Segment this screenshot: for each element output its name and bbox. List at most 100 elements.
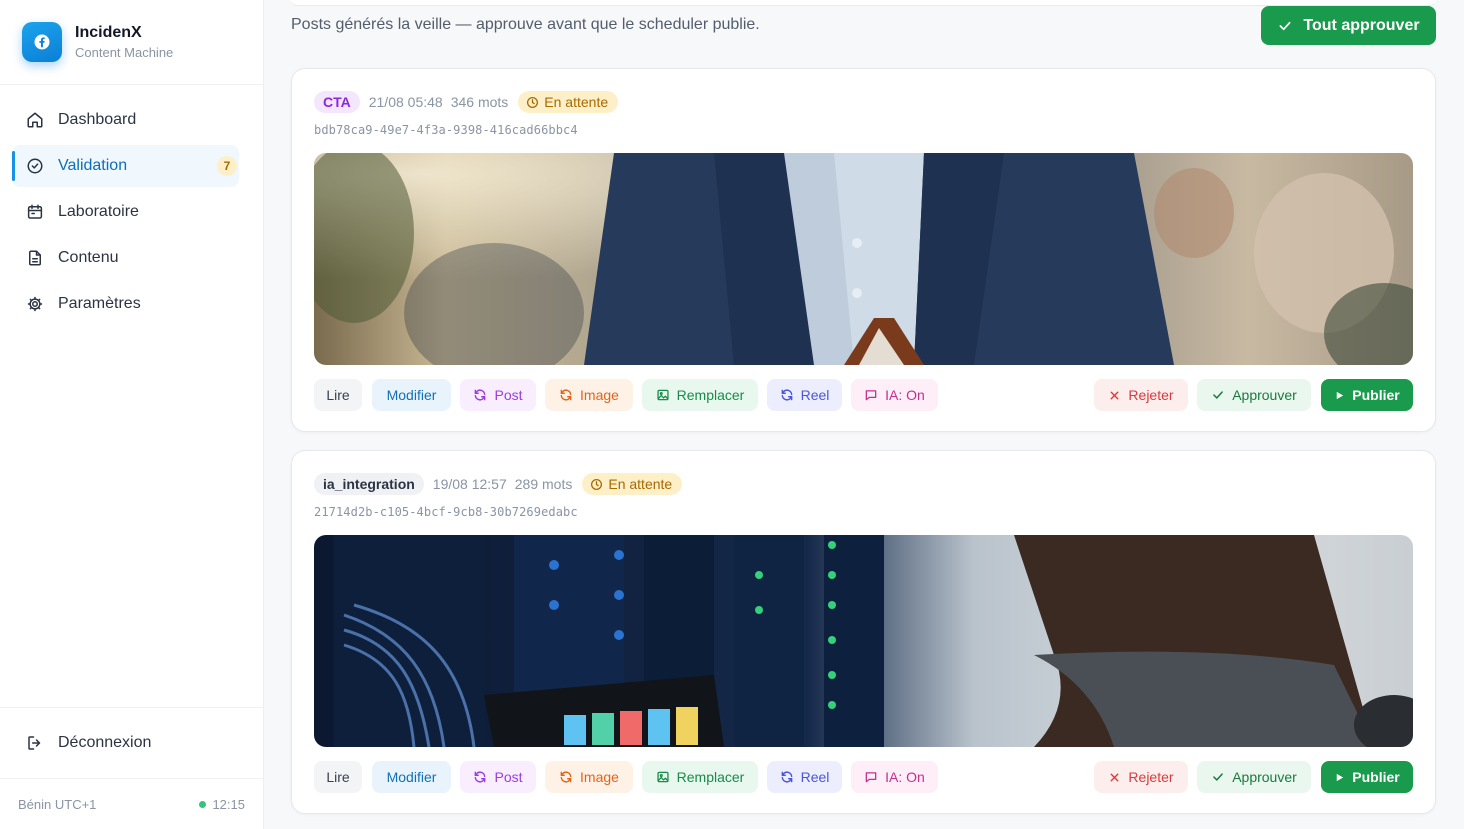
post-label: Post — [494, 387, 523, 403]
logout-icon — [26, 734, 44, 752]
post-word-count: 346 mots — [450, 94, 509, 110]
regenerate-image-button[interactable]: Image — [545, 761, 633, 793]
sidebar-item-label: Laboratoire — [58, 203, 139, 220]
message-icon — [865, 390, 877, 401]
approve-button[interactable]: Approuver — [1197, 761, 1311, 793]
edit-label: Modifier — [386, 387, 437, 403]
approve-button[interactable]: Approuver — [1197, 379, 1311, 411]
sidebar-nav: Dashboard Validation 7 Laboratoire Conte… — [0, 85, 263, 325]
post-card: CTA 21/08 05:48 346 mots En attente bdb7… — [291, 68, 1436, 432]
read-button[interactable]: Lire — [314, 761, 362, 793]
sidebar-item-label: Contenu — [58, 249, 119, 266]
publish-button[interactable]: Publier — [1321, 761, 1413, 793]
ai-label: IA: On — [885, 769, 925, 785]
regenerate-post-button[interactable]: Post — [460, 761, 536, 793]
post-date: 19/08 12:57 — [432, 476, 507, 492]
check-icon — [1279, 21, 1291, 30]
post-id: bdb78ca9-49e7-4f3a-9398-416cad66bbc4 — [314, 123, 578, 137]
refresh-icon — [781, 771, 792, 783]
timezone-label: Bénin UTC+1 — [18, 796, 97, 812]
approve-all-label: Tout approuver — [1303, 16, 1420, 34]
logout-button[interactable]: Déconnexion — [0, 707, 263, 778]
validation-count-badge: 7 — [217, 156, 237, 176]
read-label: Lire — [326, 769, 350, 785]
clock-icon — [527, 96, 539, 108]
post-card: ia_integration 19/08 12:57 289 mots En a… — [291, 450, 1436, 814]
brand-subtitle: Content Machine — [75, 45, 174, 60]
status-label: En attente — [544, 94, 609, 110]
status-badge: En attente — [582, 473, 683, 495]
reject-button[interactable]: Rejeter — [1094, 761, 1188, 793]
post-actions: Lire Modifier Post Image Remplacer Reel … — [314, 761, 1414, 793]
check-icon — [1213, 391, 1224, 399]
post-meta: CTA 21/08 05:48 346 mots En attente — [314, 91, 619, 113]
header-edge — [291, 0, 1436, 6]
facebook-icon — [22, 22, 62, 62]
replace-image-button[interactable]: Remplacer — [642, 761, 758, 793]
post-category-tag: ia_integration — [314, 473, 424, 495]
close-icon — [1110, 773, 1119, 781]
sidebar-item-label: Paramètres — [58, 295, 141, 312]
file-icon — [26, 249, 44, 267]
status-badge: En attente — [518, 91, 619, 113]
post-id: 21714d2b-c105-4bcf-9cb8-30b7269edabc — [314, 505, 578, 519]
read-label: Lire — [326, 387, 350, 403]
post-image — [314, 535, 1413, 747]
online-status-dot — [199, 800, 207, 808]
ai-toggle-button[interactable]: IA: On — [851, 761, 938, 793]
message-icon — [865, 772, 877, 783]
replace-label: Remplacer — [676, 769, 745, 785]
clock: 12:15 — [199, 797, 245, 812]
approve-label: Approuver — [1232, 387, 1297, 403]
edit-button[interactable]: Modifier — [372, 761, 451, 793]
reel-label: Reel — [800, 769, 830, 785]
page-subtitle: Posts générés la veille — approuve avant… — [291, 16, 760, 33]
logout-label: Déconnexion — [58, 734, 152, 751]
refresh-icon — [781, 389, 792, 401]
sidebar-item-dashboard[interactable]: Dashboard — [12, 99, 239, 141]
publish-label: Publier — [1352, 387, 1400, 403]
sidebar: IncidenX Content Machine Dashboard Valid… — [0, 0, 264, 829]
gear-icon — [26, 295, 44, 313]
status-label: En attente — [608, 476, 673, 492]
read-button[interactable]: Lire — [314, 379, 362, 411]
reject-label: Rejeter — [1128, 769, 1174, 785]
post-date: 21/08 05:48 — [368, 94, 443, 110]
post-word-count: 289 mots — [514, 476, 573, 492]
regenerate-post-button[interactable]: Post — [460, 379, 536, 411]
ai-toggle-button[interactable]: IA: On — [851, 379, 938, 411]
publish-label: Publier — [1352, 769, 1400, 785]
play-icon — [1337, 391, 1344, 399]
approve-all-button[interactable]: Tout approuver — [1261, 6, 1436, 45]
replace-image-button[interactable]: Remplacer — [642, 379, 758, 411]
sidebar-item-contenu[interactable]: Contenu — [12, 237, 239, 279]
calendar-icon — [26, 203, 44, 221]
sidebar-item-parametres[interactable]: Paramètres — [12, 283, 239, 325]
ai-label: IA: On — [885, 387, 925, 403]
play-icon — [1337, 773, 1344, 781]
refresh-icon — [560, 389, 572, 401]
main-content: Posts générés la veille — approuve avant… — [264, 0, 1464, 829]
sidebar-item-validation[interactable]: Validation 7 — [12, 145, 239, 187]
post-label: Post — [494, 769, 523, 785]
reject-button[interactable]: Rejeter — [1094, 379, 1188, 411]
sidebar-footer: Bénin UTC+1 12:15 — [0, 778, 263, 829]
regenerate-image-button[interactable]: Image — [545, 379, 633, 411]
image-icon — [657, 771, 669, 783]
brand: IncidenX Content Machine — [0, 0, 263, 85]
regenerate-reel-button[interactable]: Reel — [767, 379, 842, 411]
refresh-icon — [475, 389, 486, 401]
regenerate-reel-button[interactable]: Reel — [767, 761, 842, 793]
check-circle-icon — [26, 157, 44, 175]
post-actions: Lire Modifier Post Image Remplacer Reel … — [314, 379, 1414, 411]
close-icon — [1110, 391, 1119, 399]
image-label: Image — [580, 769, 619, 785]
post-category-tag: CTA — [314, 91, 360, 113]
sidebar-item-laboratoire[interactable]: Laboratoire — [12, 191, 239, 233]
publish-button[interactable]: Publier — [1321, 379, 1413, 411]
clock-icon — [591, 478, 603, 490]
brand-name: IncidenX — [75, 24, 142, 41]
image-icon — [657, 389, 669, 401]
edit-button[interactable]: Modifier — [372, 379, 451, 411]
edit-label: Modifier — [386, 769, 437, 785]
